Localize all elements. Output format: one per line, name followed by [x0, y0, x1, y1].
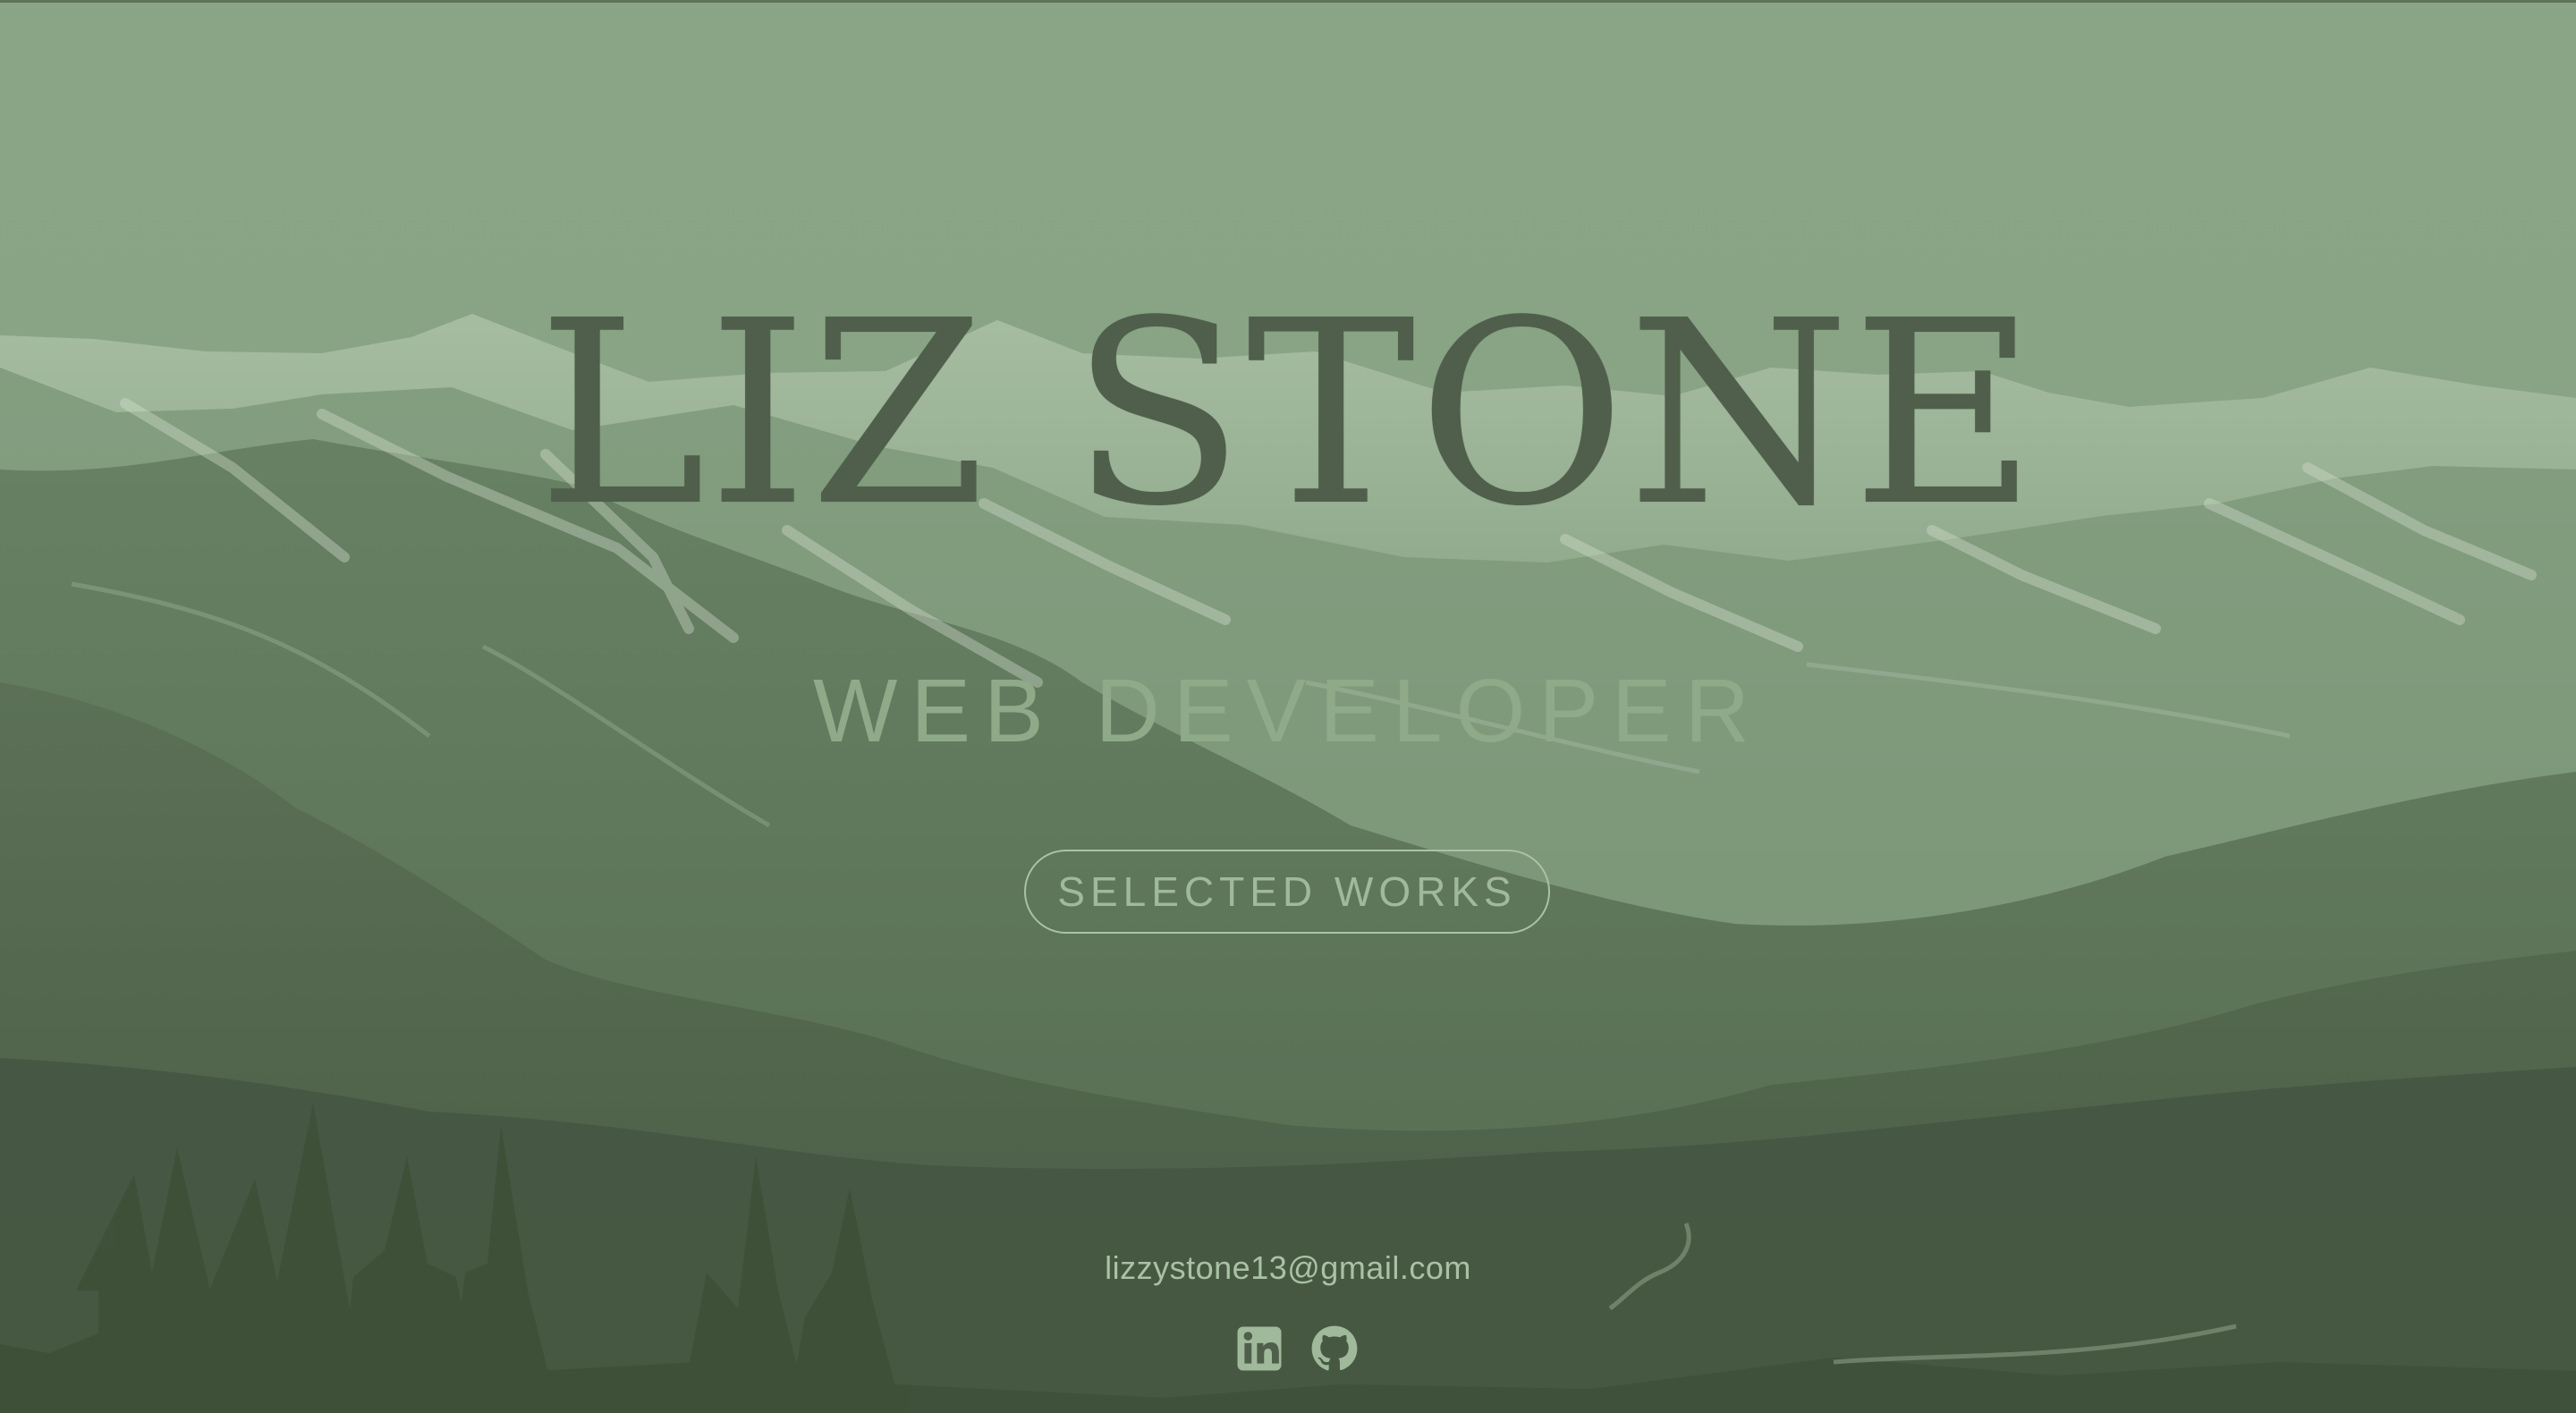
- email-link[interactable]: lizzystone13@gmail.com: [0, 1252, 2576, 1284]
- hero-section: LIZ STONE WEB DEVELOPER SELECTED WORKS l…: [0, 0, 2576, 1413]
- selected-works-button[interactable]: SELECTED WORKS: [1024, 850, 1550, 934]
- hero-name: LIZ STONE: [537, 266, 2039, 562]
- hero-role: WEB DEVELOPER: [813, 661, 1763, 761]
- hero-content: LIZ STONE WEB DEVELOPER SELECTED WORKS l…: [0, 3, 2576, 1413]
- github-icon: [1311, 1325, 1358, 1371]
- linkedin-link[interactable]: [1234, 1324, 1284, 1374]
- linkedin-icon: [1237, 1326, 1282, 1371]
- github-link[interactable]: [1309, 1324, 1360, 1374]
- social-links: [1234, 1323, 1360, 1375]
